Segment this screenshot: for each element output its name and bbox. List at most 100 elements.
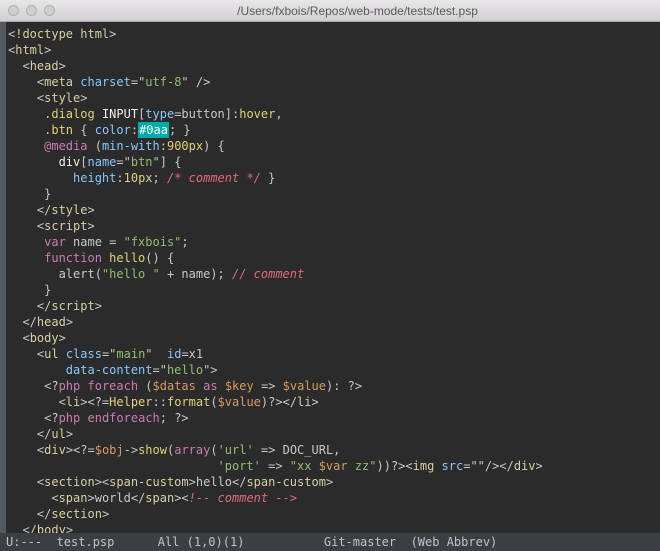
code-text: ->	[124, 443, 138, 457]
code-text: ><?=	[66, 443, 95, 457]
code-text: <	[8, 443, 44, 457]
code-text: >	[326, 475, 333, 489]
code-text	[434, 459, 441, 473]
code-text: ,	[275, 107, 282, 121]
code-text: =button]	[174, 107, 232, 121]
zoom-icon[interactable]	[44, 5, 55, 16]
code-text: ="	[102, 347, 116, 361]
code-text	[8, 363, 66, 377]
code-text: </	[131, 491, 145, 505]
code-text: /* comment */	[167, 171, 261, 185]
code-text: </	[8, 203, 51, 217]
code-text: .btn	[44, 123, 73, 137]
code-text: "fxbois"	[124, 235, 182, 249]
code-text: (	[87, 139, 101, 153]
code-text: main	[116, 347, 145, 361]
code-text: ::	[153, 395, 167, 409]
code-text: </	[8, 299, 51, 313]
code-text: [	[80, 155, 87, 169]
code-text	[95, 107, 102, 121]
code-text: php	[59, 411, 81, 425]
code-text: >	[87, 491, 94, 505]
code-text: =""/></	[463, 459, 514, 473]
code-text: "hello "	[102, 267, 160, 281]
code-text: =>	[261, 459, 290, 473]
code-text: utf-8	[145, 75, 181, 89]
code-text: ><	[95, 475, 109, 489]
code-text: =>	[254, 379, 283, 393]
code-text: div	[44, 443, 66, 457]
code-text: ><	[174, 491, 188, 505]
code-text: >	[87, 219, 94, 233]
code-text: $var	[319, 459, 348, 473]
code-text: ; ?>	[160, 411, 189, 425]
code-text: >	[102, 507, 109, 521]
code-text: ="	[153, 363, 167, 377]
code-text: </	[8, 523, 37, 533]
code-text: "] {	[153, 155, 182, 169]
code-text: body	[37, 523, 66, 533]
code-text: div	[514, 459, 536, 473]
code-text: $value	[218, 395, 261, 409]
code-text: <	[8, 347, 44, 361]
code-text: :	[131, 123, 138, 137]
close-icon[interactable]	[8, 5, 19, 16]
code-editor[interactable]: <!doctype html> <html> <head> <meta char…	[0, 22, 660, 533]
code-text	[8, 251, 44, 265]
code-text: " />	[181, 75, 210, 89]
code-text: (	[138, 379, 152, 393]
code-text: + name);	[160, 267, 232, 281]
code-text: height	[73, 171, 116, 185]
code-text: world	[95, 491, 131, 505]
code-text	[80, 411, 87, 425]
code-text: >	[66, 315, 73, 329]
code-text: <	[8, 475, 44, 489]
code-text: <	[8, 91, 44, 105]
mode-line-text: U:--- test.psp All (1,0)(1) Git-master (…	[6, 535, 497, 549]
code-text: >	[80, 91, 87, 105]
code-text: >	[109, 27, 116, 41]
code-text: !-- comment -->	[189, 491, 297, 505]
code-text: color	[95, 123, 131, 137]
code-text: // comment	[232, 267, 304, 281]
code-text: </	[8, 507, 51, 521]
code-text: $value	[283, 379, 326, 393]
code-text: 'url'	[218, 443, 254, 457]
code-text: }	[261, 171, 275, 185]
code-text: <	[8, 75, 44, 89]
code-text: src	[442, 459, 464, 473]
code-text: {	[73, 123, 95, 137]
code-text	[8, 123, 44, 137]
code-text: (	[210, 395, 217, 409]
code-text: li	[66, 395, 80, 409]
code-text: <	[8, 395, 66, 409]
code-text: as	[203, 379, 217, 393]
code-text: style	[51, 203, 87, 217]
code-text: div	[59, 155, 81, 169]
code-text: () {	[145, 251, 174, 265]
code-text: html	[15, 43, 44, 57]
code-text	[8, 155, 59, 169]
code-text: ul	[51, 427, 65, 441]
code-text: foreach	[88, 379, 139, 393]
code-text: body	[30, 331, 59, 345]
code-text: li	[297, 395, 311, 409]
code-text: id	[167, 347, 181, 361]
code-text: meta	[44, 75, 73, 89]
code-text: hello	[109, 251, 145, 265]
code-text: "xx	[290, 459, 319, 473]
traffic-lights	[8, 5, 55, 16]
code-text: >	[312, 395, 319, 409]
code-text: script	[44, 219, 87, 233]
code-text: section	[44, 475, 95, 489]
code-text: >	[44, 43, 51, 57]
code-text: endforeach	[88, 411, 160, 425]
window-title: /Users/fxbois/Repos/web-mode/tests/test.…	[63, 4, 652, 18]
code-text: script	[51, 299, 94, 313]
code-text: ) {	[203, 139, 225, 153]
code-text: function	[44, 251, 102, 265]
code-text: head	[37, 315, 66, 329]
code-text: <	[8, 59, 30, 73]
code-text: hello	[167, 363, 203, 377]
minimize-icon[interactable]	[26, 5, 37, 16]
